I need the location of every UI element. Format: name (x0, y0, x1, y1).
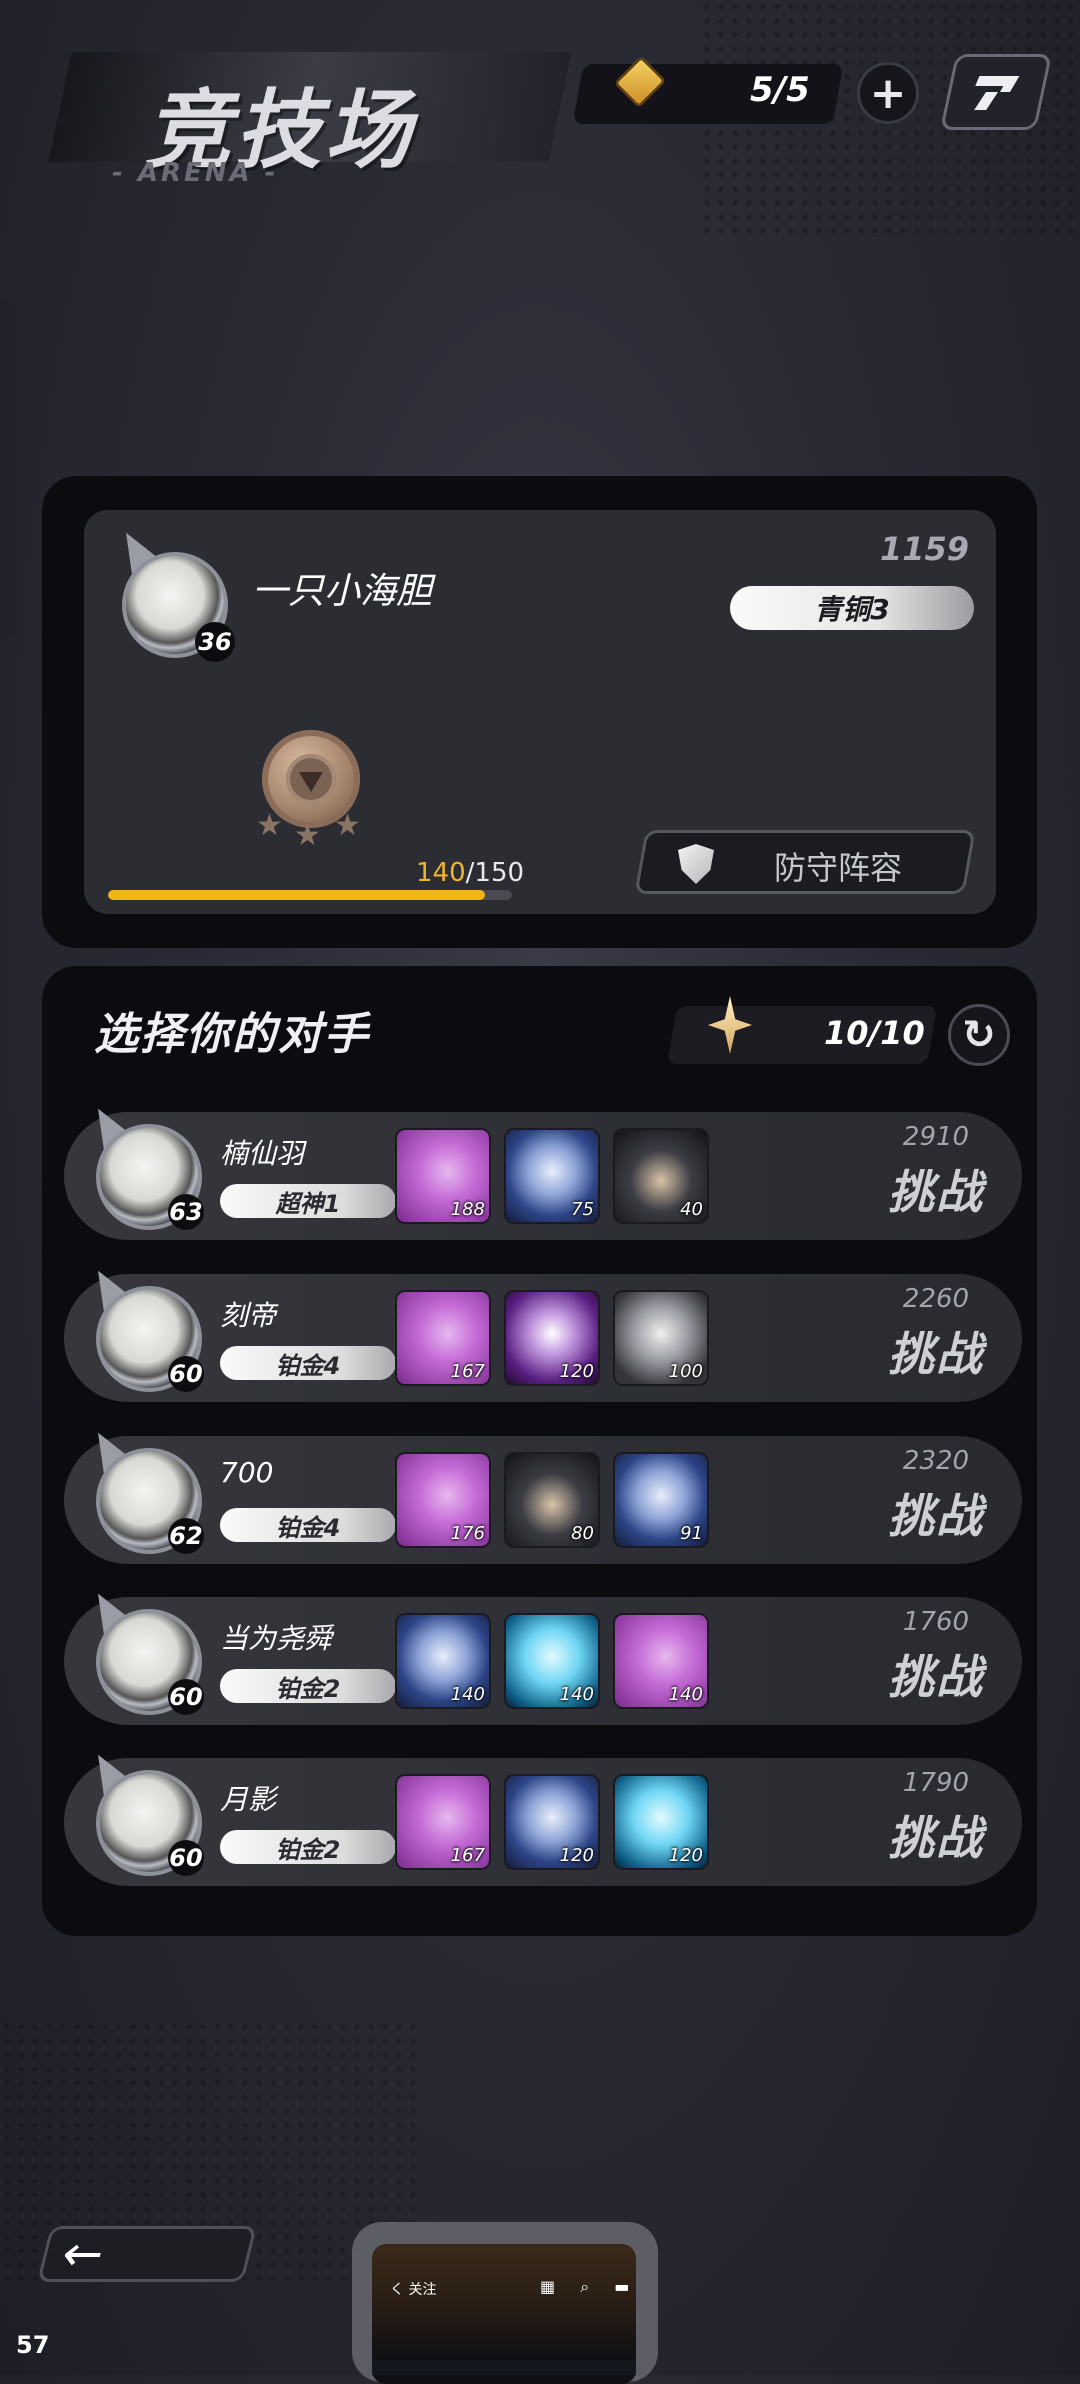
opponent-row[interactable]: 60 月影 铂金2 167 120 120 1790 挑战 (64, 1746, 1022, 1886)
hero-level: 140 (668, 1684, 703, 1705)
add-ticket-button[interactable]: + (857, 62, 919, 124)
player-name: 一只小海胆 (252, 571, 433, 612)
hero-level: 167 (450, 1361, 485, 1382)
opponent-name: 刻帝 (220, 1299, 277, 1332)
hero-portrait[interactable]: 80 (504, 1452, 600, 1548)
opponent-row[interactable]: 60 当为尧舜 铂金2 140 140 140 1760 挑战 (64, 1585, 1022, 1725)
hero-level: 140 (559, 1684, 594, 1705)
hero-level: 80 (571, 1523, 594, 1544)
hero-level: 91 (680, 1523, 703, 1544)
medal-triangle (299, 772, 323, 792)
hero-level: 120 (668, 1845, 703, 1866)
opponent-level-badge: 60 (168, 1356, 204, 1392)
hero-level: 120 (559, 1845, 594, 1866)
opponent-power: 2320 (902, 1446, 970, 1476)
opponent-row[interactable]: 62 700 铂金4 176 80 91 2320 挑战 (64, 1424, 1022, 1564)
rank-progress-bar (108, 890, 512, 900)
challenge-button[interactable]: 挑战 (846, 1318, 1026, 1384)
opponent-name: 楠仙羽 (220, 1137, 305, 1170)
opponent-name: 700 (220, 1456, 274, 1489)
hero-portrait[interactable]: 120 (504, 1774, 600, 1870)
challenge-button[interactable]: 挑战 (846, 1480, 1026, 1546)
hero-portrait[interactable]: 140 (613, 1613, 709, 1709)
hero-level: 140 (450, 1684, 485, 1705)
back-arrow-icon: ← (56, 2226, 111, 2282)
opponent-rank-badge: 铂金2 (220, 1669, 396, 1703)
hero-level: 188 (450, 1199, 485, 1220)
challenge-button[interactable]: 挑战 (846, 1156, 1026, 1222)
rank-progress-text: 140/150 (416, 858, 524, 888)
hero-portrait[interactable]: 167 (395, 1774, 491, 1870)
player-rank-badge: 青铜3 (730, 586, 974, 630)
hero-portrait[interactable]: 140 (504, 1613, 600, 1709)
opponent-power: 1760 (902, 1607, 970, 1637)
opponent-rank-badge: 铂金4 (220, 1346, 396, 1380)
share-button[interactable] (939, 54, 1053, 130)
hero-level: 100 (668, 1361, 703, 1382)
hero-portrait[interactable]: 167 (395, 1290, 491, 1386)
hero-level: 75 (571, 1199, 594, 1220)
floating-follow-link[interactable]: く 关注 (390, 2279, 436, 2299)
rank-star-icon: ★ (334, 808, 361, 843)
refresh-icon: ↻ (962, 1012, 996, 1058)
opponent-rank-badge: 超神1 (220, 1184, 396, 1218)
opponent-level-badge: 63 (168, 1194, 204, 1230)
hero-portrait[interactable]: 188 (395, 1128, 491, 1224)
opponent-rank-badge: 铂金2 (220, 1830, 396, 1864)
hero-portrait[interactable]: 140 (395, 1613, 491, 1709)
progress-current: 140 (416, 858, 466, 888)
opponent-power: 2260 (902, 1284, 970, 1314)
opponent-power: 1790 (902, 1768, 970, 1798)
opponent-rank-badge: 铂金4 (220, 1508, 396, 1542)
back-button[interactable]: ← (37, 2226, 257, 2282)
ticket-count: 5/5 (750, 70, 810, 110)
opponent-row[interactable]: 63 楠仙羽 超神1 188 75 40 2910 挑战 (64, 1100, 1022, 1240)
rank-star-icon: ★ (256, 808, 283, 843)
hero-portrait[interactable]: 91 (613, 1452, 709, 1548)
opponent-name: 当为尧舜 (220, 1622, 333, 1655)
hero-portrait[interactable]: 120 (504, 1290, 600, 1386)
challenge-button[interactable]: 挑战 (846, 1802, 1026, 1868)
opponent-power: 2910 (902, 1122, 970, 1152)
floating-window-bar (372, 2360, 636, 2375)
hero-portrait[interactable]: 75 (504, 1128, 600, 1224)
player-level-badge: 36 (195, 622, 235, 662)
side-drawer-tab[interactable] (0, 300, 16, 640)
page-subtitle: - ARENA - (112, 158, 279, 188)
progress-max: 150 (474, 858, 525, 888)
hero-level: 167 (450, 1845, 485, 1866)
hero-level: 176 (450, 1523, 485, 1544)
hero-portrait[interactable]: 40 (613, 1128, 709, 1224)
defense-lineup-label[interactable]: 防守阵容 (774, 843, 902, 889)
opponents-title: 选择你的对手 (94, 1009, 370, 1060)
refresh-count: 10/10 (824, 1014, 925, 1052)
opponent-level-badge: 60 (168, 1679, 204, 1715)
challenge-button[interactable]: 挑战 (846, 1641, 1026, 1707)
medal-inner (286, 754, 336, 804)
hero-portrait[interactable]: 176 (395, 1452, 491, 1548)
rank-progress-fill (108, 890, 485, 900)
refresh-button[interactable]: ↻ (948, 1004, 1010, 1066)
share-icon (974, 76, 1020, 110)
opponent-level-badge: 62 (168, 1518, 204, 1554)
hero-portrait[interactable]: 120 (613, 1774, 709, 1870)
rank-star-icon: ★ (294, 818, 321, 853)
floating-window-icons: ▦ ⌕ ▬ (540, 2277, 640, 2296)
player-score: 1159 (880, 530, 970, 568)
hero-level: 40 (680, 1199, 703, 1220)
opponent-level-badge: 60 (168, 1840, 204, 1876)
opponent-name: 月影 (220, 1783, 277, 1816)
opponent-row[interactable]: 60 刻帝 铂金4 167 120 100 2260 挑战 (64, 1262, 1022, 1402)
hero-portrait[interactable]: 100 (613, 1290, 709, 1386)
fps-counter: 57 (16, 2331, 50, 2359)
hero-level: 120 (559, 1361, 594, 1382)
